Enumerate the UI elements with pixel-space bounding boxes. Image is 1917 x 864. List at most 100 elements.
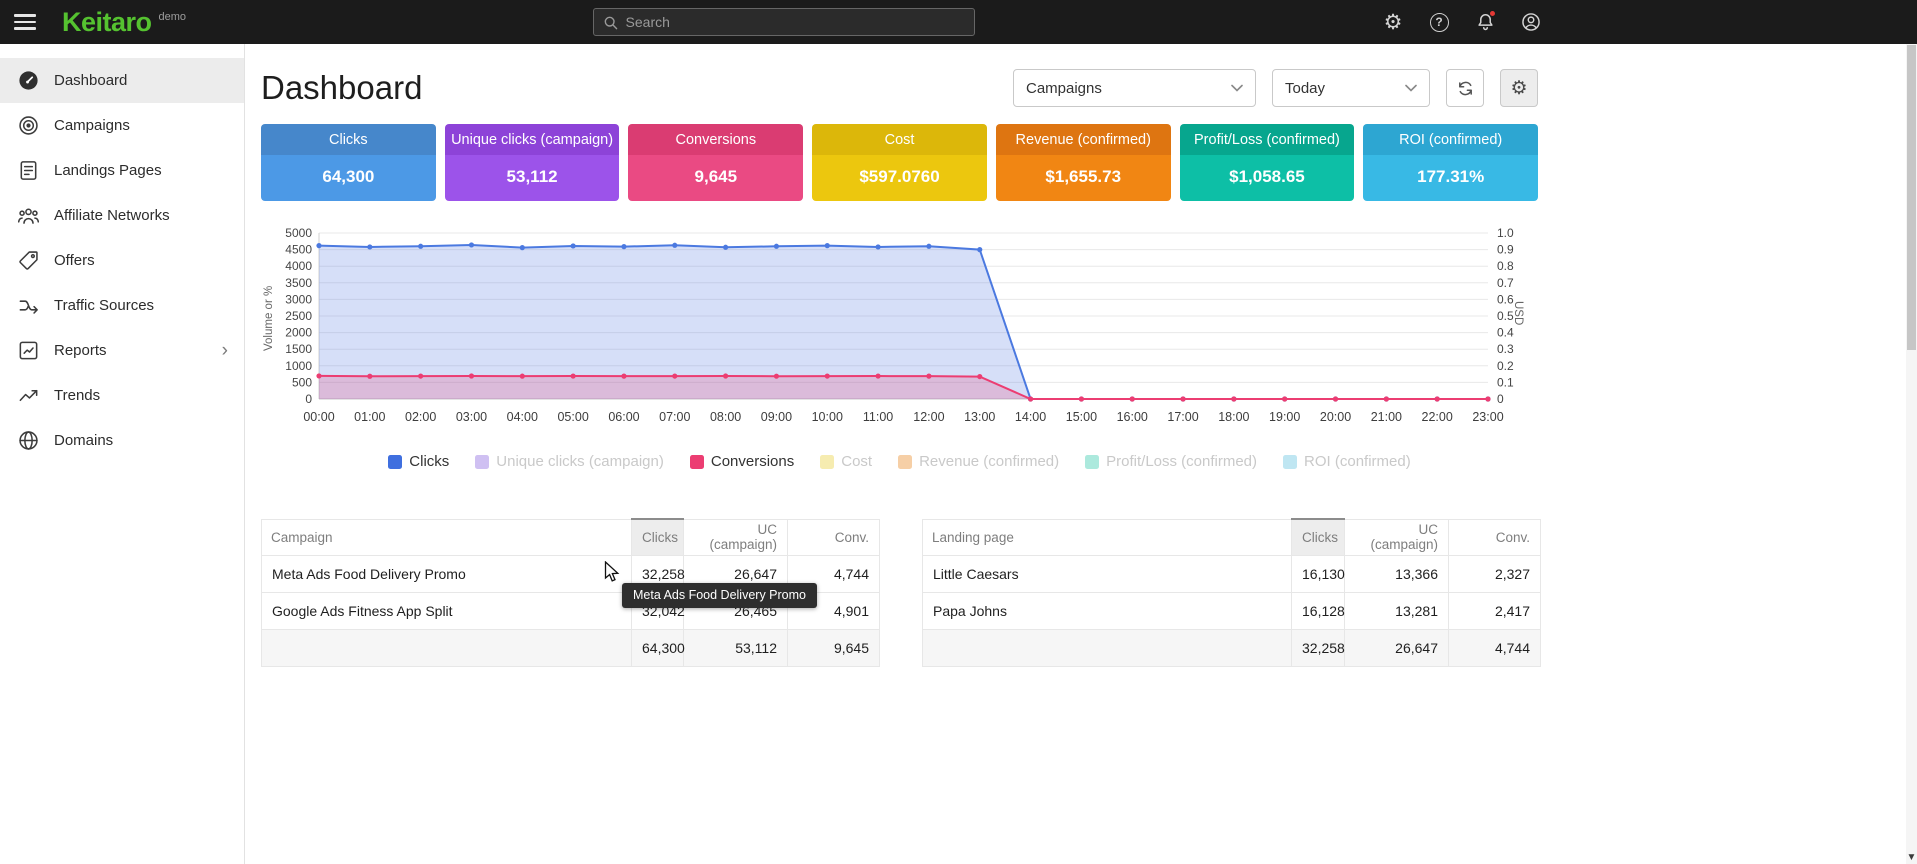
traffic-chart: Volume or % USD 005000.110000.215000.320… [261,225,1538,431]
y-axis-title-right: USD [1512,301,1524,325]
column-header-clicks[interactable]: Clicks [1292,519,1345,555]
table-header-row: Landing page Clicks UC (campaign) Conv. [923,519,1541,555]
sidebar-item-label: Affiliate Networks [54,207,170,224]
main-content: Dashboard Campaigns Today [245,44,1917,864]
column-header-uc-campaign[interactable]: UC (campaign) [684,519,788,555]
metric-label: Clicks [261,124,436,155]
svg-text:12:00: 12:00 [913,410,944,424]
campaign-name-cell[interactable]: Google Ads Fitness App Split [262,592,632,629]
svg-text:0.3: 0.3 [1497,342,1514,356]
chart-canvas: 005000.110000.215000.320000.425000.53000… [261,225,1538,431]
sidebar-item-reports[interactable]: Reports › [0,328,244,373]
svg-text:4500: 4500 [285,243,312,257]
svg-text:19:00: 19:00 [1269,410,1300,424]
landing-name-cell[interactable]: Little Caesars [923,555,1292,592]
metric-value: $1,655.73 [996,155,1171,201]
search-input[interactable] [626,14,965,30]
legend-item-conversions[interactable]: Conversions [690,453,794,470]
legend-item-roi-confirmed[interactable]: ROI (confirmed) [1283,453,1411,470]
account-icon[interactable] [1519,10,1543,34]
question-glyph: ? [1430,13,1449,32]
svg-text:06:00: 06:00 [608,410,639,424]
metric-card-conversions[interactable]: Conversions9,645 [628,124,803,201]
table-row[interactable]: Papa Johns 16,128 13,281 2,417 [923,592,1541,629]
dashboard-gauge-icon [16,69,40,93]
column-header-clicks[interactable]: Clicks [632,519,684,555]
gear-glyph: ⚙ [1384,12,1403,33]
topbar-icons: ⚙ ? [1381,10,1543,34]
sidebar-item-affiliate-networks[interactable]: Affiliate Networks [0,193,244,238]
svg-text:03:00: 03:00 [456,410,487,424]
metric-card-cost[interactable]: Cost$597.0760 [812,124,987,201]
sidebar-item-dashboard[interactable]: Dashboard [0,58,244,103]
metric-label: Revenue (confirmed) [996,124,1171,155]
scrollbar-down-arrow[interactable]: ▼ [1906,853,1917,863]
sidebar-item-domains[interactable]: Domains [0,418,244,463]
metric-card-roi[interactable]: ROI (confirmed)177.31% [1363,124,1538,201]
refresh-icon [1456,79,1475,98]
row-tooltip: Meta Ads Food Delivery Promo [622,583,817,608]
legend-item-unique-clicks-campaign[interactable]: Unique clicks (campaign) [475,453,664,470]
svg-text:11:00: 11:00 [863,410,893,424]
report-chart-icon [16,339,40,363]
bullseye-icon [16,114,40,138]
legend-item-clicks[interactable]: Clicks [388,453,449,470]
sidebar-item-landings-pages[interactable]: Landings Pages [0,148,244,193]
legend-label: Unique clicks (campaign) [496,453,664,470]
landing-name-cell[interactable]: Papa Johns [923,592,1292,629]
sidebar-item-offers[interactable]: Offers [0,238,244,283]
metric-card-revenue[interactable]: Revenue (confirmed)$1,655.73 [996,124,1171,201]
table-header-row: Campaign Clicks UC (campaign) Conv. [262,519,880,555]
metric-card-profit-loss[interactable]: Profit/Loss (confirmed)$1,058.65 [1180,124,1355,201]
uc-cell: 13,366 [1345,555,1449,592]
header-controls: Campaigns Today ⚙ [1013,69,1538,107]
svg-text:20:00: 20:00 [1320,410,1351,424]
legend-item-revenue-confirmed[interactable]: Revenue (confirmed) [898,453,1059,470]
scrollbar-thumb[interactable] [1907,45,1916,350]
notifications-bell-icon[interactable] [1473,10,1497,34]
hamburger-menu-icon[interactable] [14,12,40,32]
dashboard-settings-button[interactable]: ⚙ [1500,69,1538,107]
metric-card-unique-clicks[interactable]: Unique clicks (campaign)53,112 [445,124,620,201]
legend-label: ROI (confirmed) [1304,453,1411,470]
logo[interactable]: Keitaro demo [62,9,186,36]
column-header-conv[interactable]: Conv. [788,519,880,555]
grouping-select[interactable]: Campaigns [1013,69,1256,107]
svg-text:0.8: 0.8 [1497,259,1514,273]
legend-swatch [690,455,704,469]
svg-text:0.9: 0.9 [1497,243,1514,257]
column-header-landing-page[interactable]: Landing page [923,519,1292,555]
refresh-button[interactable] [1446,69,1484,107]
legend-item-cost[interactable]: Cost [820,453,872,470]
sidebar-item-trends[interactable]: Trends [0,373,244,418]
search-box[interactable] [593,8,975,36]
sidebar-item-label: Traffic Sources [54,297,154,314]
sidebar-item-campaigns[interactable]: Campaigns [0,103,244,148]
sidebar-item-label: Reports [54,342,107,359]
campaign-name-cell[interactable]: Meta Ads Food Delivery Promo [262,555,632,592]
column-header-uc-campaign[interactable]: UC (campaign) [1345,519,1449,555]
scrollbar[interactable]: ▼ [1906,44,1917,864]
help-icon[interactable]: ? [1427,10,1451,34]
metric-card-clicks[interactable]: Clicks64,300 [261,124,436,201]
search-zone [186,8,1381,36]
metric-value: $597.0760 [812,155,987,201]
column-header-conv[interactable]: Conv. [1449,519,1541,555]
svg-text:4000: 4000 [285,259,312,273]
grouping-select-value: Campaigns [1026,80,1102,97]
sidebar-item-traffic-sources[interactable]: Traffic Sources [0,283,244,328]
legend-swatch [898,455,912,469]
table-row[interactable]: Little Caesars 16,130 13,366 2,327 [923,555,1541,592]
settings-gear-icon[interactable]: ⚙ [1381,10,1405,34]
date-range-select-value: Today [1285,80,1325,97]
svg-text:22:00: 22:00 [1422,410,1453,424]
legend-swatch [1085,455,1099,469]
legend-item-profit-loss-confirmed[interactable]: Profit/Loss (confirmed) [1085,453,1257,470]
totals-empty-cell [923,629,1292,666]
totals-empty-cell [262,629,632,666]
y-axis-title-left: Volume or % [263,286,275,351]
column-header-campaign[interactable]: Campaign [262,519,632,555]
sidebar-item-label: Campaigns [54,117,130,134]
date-range-select[interactable]: Today [1272,69,1430,107]
metric-value: $1,058.65 [1180,155,1355,201]
